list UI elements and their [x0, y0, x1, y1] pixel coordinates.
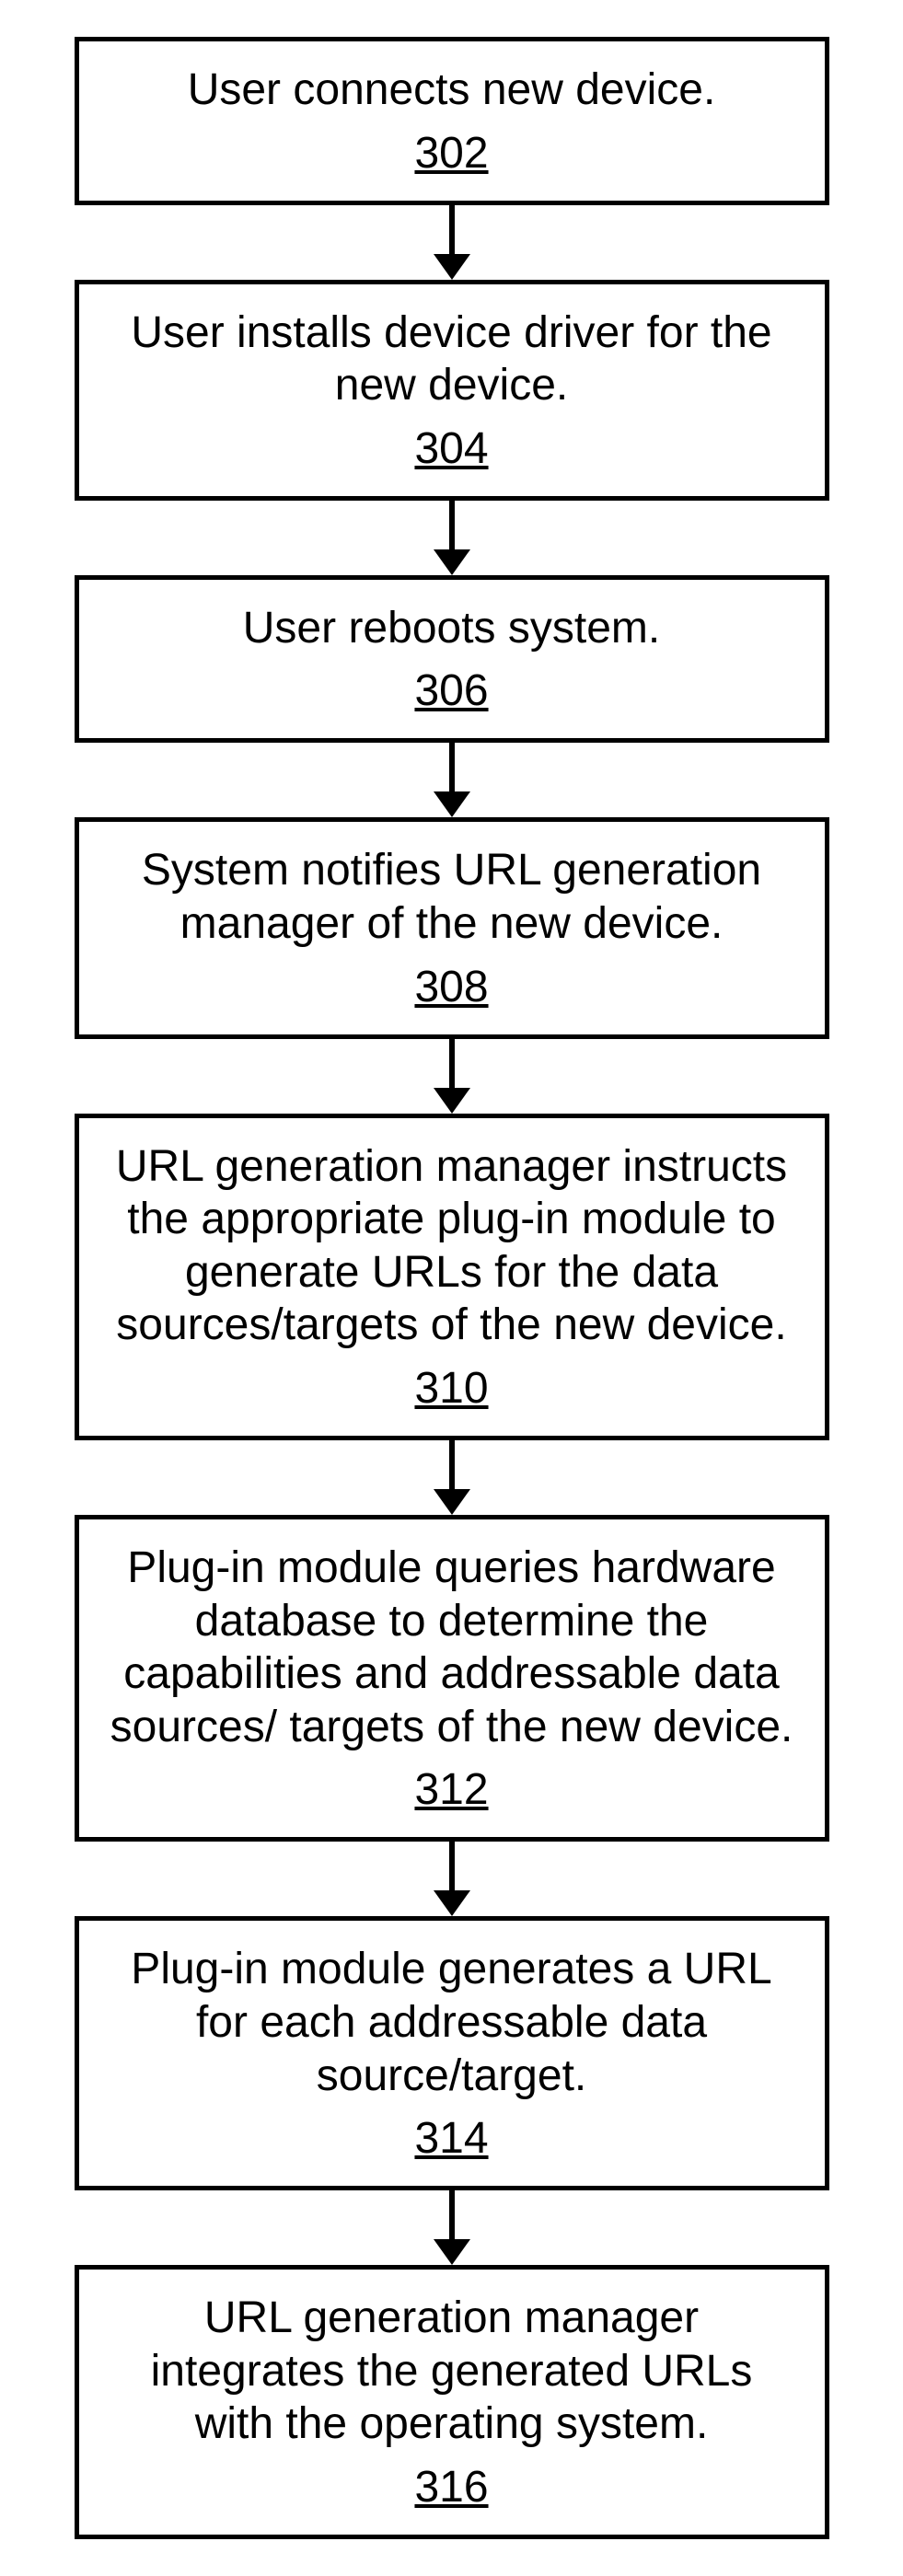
arrow-down-icon	[434, 2190, 470, 2265]
arrow-down-icon	[434, 743, 470, 817]
flowchart-step: System notifies URL generation manager o…	[75, 817, 829, 1038]
step-text: Plug-in module generates a URL for each …	[107, 1943, 797, 2102]
step-number: 304	[414, 423, 488, 474]
step-number: 312	[414, 1764, 488, 1815]
flowchart-step: URL generation manager integrates the ge…	[75, 2265, 829, 2539]
arrow-down-icon	[434, 1842, 470, 1916]
flowchart-step: Plug-in module queries hardware database…	[75, 1515, 829, 1842]
flowchart-container: User connects new device. 302 User insta…	[38, 37, 866, 2539]
step-number: 316	[414, 2462, 488, 2512]
step-text: Plug-in module queries hardware database…	[107, 1542, 797, 1753]
step-number: 314	[414, 2113, 488, 2164]
arrow-down-icon	[434, 205, 470, 280]
step-number: 310	[414, 1363, 488, 1414]
step-text: System notifies URL generation manager o…	[107, 844, 797, 950]
step-number: 308	[414, 962, 488, 1012]
flowchart-step: URL generation manager instructs the app…	[75, 1114, 829, 1440]
step-text: User installs device driver for the new …	[107, 306, 797, 412]
arrow-down-icon	[434, 1039, 470, 1114]
step-text: User connects new device.	[107, 64, 797, 117]
flowchart-step: User reboots system. 306	[75, 575, 829, 744]
arrow-down-icon	[434, 501, 470, 575]
step-number: 302	[414, 128, 488, 179]
arrow-down-icon	[434, 1440, 470, 1515]
step-number: 306	[414, 665, 488, 716]
flowchart-step: User installs device driver for the new …	[75, 280, 829, 501]
flowchart-step: User connects new device. 302	[75, 37, 829, 205]
step-text: URL generation manager instructs the app…	[107, 1140, 797, 1352]
flowchart-step: Plug-in module generates a URL for each …	[75, 1916, 829, 2190]
step-text: User reboots system.	[107, 602, 797, 655]
step-text: URL generation manager integrates the ge…	[107, 2292, 797, 2451]
